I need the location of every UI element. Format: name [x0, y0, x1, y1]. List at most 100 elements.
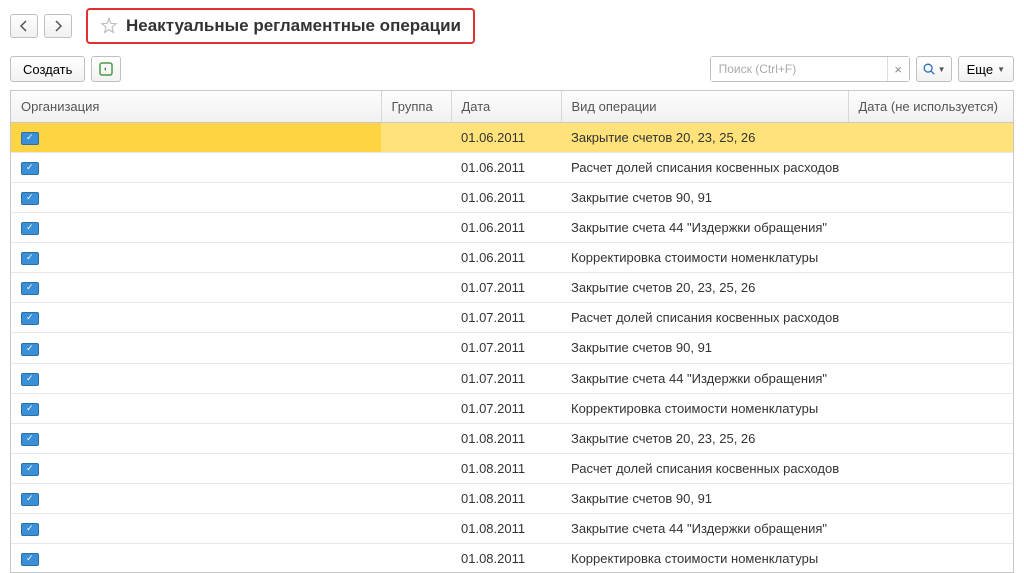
create-button[interactable]: Создать	[10, 56, 85, 82]
cell-unused	[848, 543, 1013, 573]
col-header-type[interactable]: Вид операции	[561, 91, 848, 123]
operations-table: Организация Группа Дата Вид операции Дат…	[11, 91, 1013, 573]
status-posted-icon	[21, 553, 39, 566]
table-row[interactable]: 01.08.2011Закрытие счетов 20, 23, 25, 26	[11, 423, 1013, 453]
cell-unused	[848, 153, 1013, 183]
cell-date: 01.08.2011	[451, 513, 561, 543]
search-clear-button[interactable]: ×	[887, 57, 909, 81]
cell-group	[381, 453, 451, 483]
cell-type: Закрытие счетов 20, 23, 25, 26	[561, 273, 848, 303]
table-row[interactable]: 01.07.2011Закрытие счета 44 "Издержки об…	[11, 363, 1013, 393]
cell-group	[381, 183, 451, 213]
cell-type: Закрытие счета 44 "Издержки обращения"	[561, 213, 848, 243]
status-posted-icon	[21, 493, 39, 506]
table-row[interactable]: 01.07.2011Расчет долей списания косвенны…	[11, 303, 1013, 333]
table-row[interactable]: 01.07.2011Закрытие счетов 90, 91	[11, 333, 1013, 363]
cell-org	[11, 393, 381, 423]
more-button[interactable]: Еще ▼	[958, 56, 1014, 82]
cell-date: 01.07.2011	[451, 363, 561, 393]
chevron-down-icon: ▼	[938, 65, 946, 74]
cell-type: Закрытие счетов 20, 23, 25, 26	[561, 123, 848, 153]
cell-org	[11, 153, 381, 183]
cell-type: Закрытие счета 44 "Издержки обращения"	[561, 363, 848, 393]
col-header-date[interactable]: Дата	[451, 91, 561, 123]
status-posted-icon	[21, 463, 39, 476]
cell-group	[381, 363, 451, 393]
table-row[interactable]: 01.06.2011Закрытие счетов 20, 23, 25, 26	[11, 123, 1013, 153]
cell-group	[381, 513, 451, 543]
cell-date: 01.07.2011	[451, 273, 561, 303]
cell-org	[11, 303, 381, 333]
col-header-group[interactable]: Группа	[381, 91, 451, 123]
cell-group	[381, 273, 451, 303]
toolbar: Создать × ▼ Еще ▼	[0, 52, 1024, 90]
cell-date: 01.07.2011	[451, 393, 561, 423]
cell-group	[381, 393, 451, 423]
table-row[interactable]: 01.07.2011Закрытие счетов 20, 23, 25, 26	[11, 273, 1013, 303]
status-posted-icon	[21, 343, 39, 356]
cell-group	[381, 243, 451, 273]
status-posted-icon	[21, 162, 39, 175]
status-posted-icon	[21, 222, 39, 235]
table-row[interactable]: 01.06.2011Закрытие счета 44 "Издержки об…	[11, 213, 1013, 243]
table-row[interactable]: 01.08.2011Закрытие счетов 90, 91	[11, 483, 1013, 513]
cell-unused	[848, 213, 1013, 243]
cell-org	[11, 453, 381, 483]
cell-date: 01.06.2011	[451, 213, 561, 243]
cell-type: Закрытие счетов 20, 23, 25, 26	[561, 423, 848, 453]
cell-org	[11, 423, 381, 453]
cell-org	[11, 363, 381, 393]
cell-date: 01.07.2011	[451, 333, 561, 363]
top-bar: Неактуальные регламентные операции	[0, 0, 1024, 52]
cell-group	[381, 483, 451, 513]
cell-unused	[848, 393, 1013, 423]
magnifier-icon	[922, 62, 936, 76]
col-header-org[interactable]: Организация	[11, 91, 381, 123]
cell-group	[381, 423, 451, 453]
cell-date: 01.07.2011	[451, 303, 561, 333]
cell-unused	[848, 333, 1013, 363]
cell-date: 01.06.2011	[451, 243, 561, 273]
more-label: Еще	[967, 62, 993, 77]
cell-type: Закрытие счетов 90, 91	[561, 333, 848, 363]
search-button[interactable]: ▼	[916, 56, 952, 82]
cell-date: 01.06.2011	[451, 183, 561, 213]
cell-org	[11, 513, 381, 543]
cell-type: Корректировка стоимости номенклатуры	[561, 393, 848, 423]
table-row[interactable]: 01.07.2011Корректировка стоимости номенк…	[11, 393, 1013, 423]
cell-type: Закрытие счетов 90, 91	[561, 483, 848, 513]
table-row[interactable]: 01.06.2011Закрытие счетов 90, 91	[11, 183, 1013, 213]
page-title-block: Неактуальные регламентные операции	[86, 8, 475, 44]
status-posted-icon	[21, 192, 39, 205]
status-posted-icon	[21, 312, 39, 325]
cell-type: Расчет долей списания косвенных расходов	[561, 303, 848, 333]
cell-org	[11, 123, 381, 153]
cell-unused	[848, 483, 1013, 513]
col-header-unused[interactable]: Дата (не используется)	[848, 91, 1013, 123]
nav-back-button[interactable]	[10, 14, 38, 38]
table-body: 01.06.2011Закрытие счетов 20, 23, 25, 26…	[11, 123, 1013, 573]
cell-group	[381, 153, 451, 183]
table-row[interactable]: 01.08.2011Закрытие счета 44 "Издержки об…	[11, 513, 1013, 543]
favorite-star-icon[interactable]	[100, 17, 118, 35]
cell-type: Расчет долей списания косвенных расходов	[561, 153, 848, 183]
status-posted-icon	[21, 282, 39, 295]
search-container: ×	[710, 56, 910, 82]
arrow-right-icon	[52, 20, 64, 32]
table-row[interactable]: 01.08.2011Расчет долей списания косвенны…	[11, 453, 1013, 483]
table-row[interactable]: 01.06.2011Корректировка стоимости номенк…	[11, 243, 1013, 273]
cell-unused	[848, 423, 1013, 453]
table-row[interactable]: 01.08.2011Корректировка стоимости номенк…	[11, 543, 1013, 573]
status-posted-icon	[21, 373, 39, 386]
refresh-button[interactable]	[91, 56, 121, 82]
cell-unused	[848, 123, 1013, 153]
nav-forward-button[interactable]	[44, 14, 72, 38]
status-posted-icon	[21, 523, 39, 536]
search-input[interactable]	[711, 57, 887, 81]
cell-type: Корректировка стоимости номенклатуры	[561, 543, 848, 573]
table-container: Организация Группа Дата Вид операции Дат…	[10, 90, 1014, 573]
cell-unused	[848, 243, 1013, 273]
status-posted-icon	[21, 132, 39, 145]
cell-group	[381, 333, 451, 363]
table-row[interactable]: 01.06.2011Расчет долей списания косвенны…	[11, 153, 1013, 183]
